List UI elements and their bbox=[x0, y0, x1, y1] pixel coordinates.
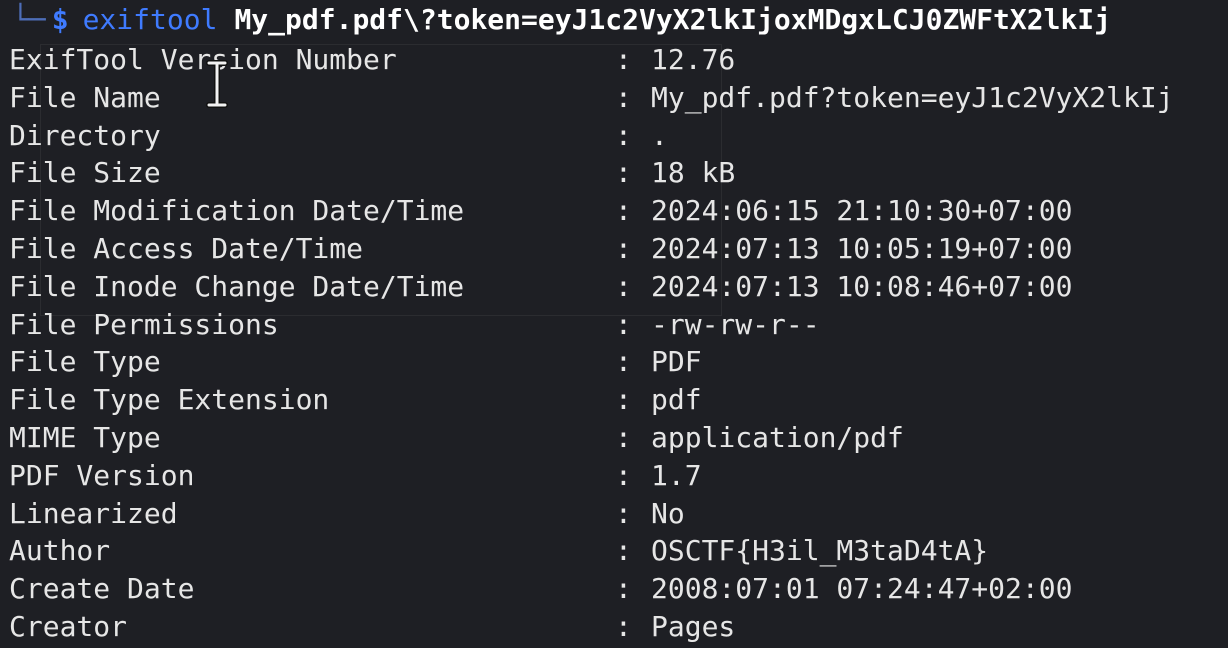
exif-separator: : bbox=[615, 118, 632, 152]
exif-value: 2024:07:13 10:08:46+07:00 bbox=[651, 269, 1073, 303]
exif-separator: : bbox=[615, 345, 632, 379]
exif-row: MIME Type: application/pdf bbox=[9, 419, 1228, 457]
exif-value: No bbox=[651, 496, 685, 530]
exif-separator: : bbox=[615, 156, 632, 190]
exif-separator: : bbox=[615, 231, 632, 265]
exif-key: Linearized bbox=[9, 496, 178, 530]
prompt-tree-glyph: └─ bbox=[12, 3, 46, 37]
exif-value: 1.7 bbox=[651, 458, 702, 492]
exif-separator: : bbox=[615, 194, 632, 228]
exif-value: 2024:07:13 10:05:19+07:00 bbox=[651, 231, 1073, 265]
exif-value: -rw-rw-r-- bbox=[651, 307, 820, 341]
exif-key: PDF Version bbox=[9, 458, 195, 492]
exif-key: Author bbox=[9, 534, 111, 568]
exif-row: File Permissions: -rw-rw-r-- bbox=[9, 306, 1228, 344]
exif-value: application/pdf bbox=[651, 420, 904, 454]
exif-value: PDF bbox=[651, 345, 702, 379]
exif-row: File Type Extension: pdf bbox=[9, 381, 1228, 419]
exif-separator: : bbox=[615, 572, 632, 606]
text-cursor-icon bbox=[206, 60, 228, 108]
exif-separator: : bbox=[615, 269, 632, 303]
prompt-symbol: $ bbox=[51, 3, 69, 37]
exif-row: ExifTool Version Number:12.76 bbox=[9, 41, 1228, 79]
exif-value: OSCTF{H3il_M3taD4tA} bbox=[651, 534, 989, 568]
exif-separator: : bbox=[615, 383, 632, 417]
exif-value: 12.76 bbox=[651, 43, 736, 76]
exif-key: File Name bbox=[9, 80, 161, 114]
exif-key: MIME Type bbox=[9, 420, 161, 454]
exif-value: 2008:07:01 07:24:47+02:00 bbox=[651, 572, 1073, 606]
exif-key: File Inode Change Date/Time bbox=[9, 269, 465, 303]
exif-key: File Type Extension bbox=[9, 383, 330, 417]
exif-key: File Modification Date/Time bbox=[9, 194, 465, 228]
exif-separator: : bbox=[615, 80, 632, 114]
exif-separator: : bbox=[615, 496, 632, 530]
exif-row: File Type: PDF bbox=[9, 343, 1228, 381]
exif-row: Linearized: No bbox=[9, 495, 1228, 533]
exif-key: Create Date bbox=[9, 572, 195, 606]
exif-separator: : bbox=[615, 420, 632, 454]
terminal-window[interactable]: └─ $ exiftool My_pdf.pdf\?token=eyJ1c2VyX2l… bbox=[0, 0, 1228, 648]
exif-key: File Access Date/Time bbox=[9, 231, 364, 265]
exif-row: Creator: Pages bbox=[9, 608, 1228, 646]
exif-value: My_pdf.pdf?token=eyJ1c2VyX2lkIj bbox=[651, 80, 1174, 114]
exif-row: Directory:. bbox=[9, 117, 1228, 155]
exif-row: File Access Date/Time:2024:07:13 10:05:1… bbox=[9, 230, 1228, 268]
exif-key: Creator bbox=[9, 609, 128, 643]
exif-row: Author: OSCTF{H3il_M3taD4tA} bbox=[9, 532, 1228, 570]
exif-row: PDF Version:1.7 bbox=[9, 457, 1228, 495]
exif-row: Create Date:2008:07:01 07:24:47+02:00 bbox=[9, 570, 1228, 608]
exif-key: File Size bbox=[9, 156, 161, 190]
exif-key: ExifTool Version Number bbox=[9, 43, 397, 76]
exif-separator: : bbox=[615, 458, 632, 492]
exif-row: File Name: My_pdf.pdf?token=eyJ1c2VyX2lkI… bbox=[9, 79, 1228, 117]
exif-output-list: ExifTool Version Number:12.76 File Name: M… bbox=[9, 41, 1228, 646]
exif-value: pdf bbox=[651, 383, 702, 417]
exif-row: File Modification Date/Time:2024:06:15 2… bbox=[9, 192, 1228, 230]
exif-value: 18 kB bbox=[651, 156, 736, 190]
exif-separator: : bbox=[615, 534, 632, 568]
command-name: exiftool bbox=[82, 3, 218, 37]
exif-key: Directory bbox=[9, 118, 161, 152]
exif-separator: : bbox=[615, 609, 632, 643]
exif-separator: : bbox=[615, 307, 632, 341]
exif-row: File Size:18 kB bbox=[9, 154, 1228, 192]
command-argument: My_pdf.pdf\?token=eyJ1c2VyX2lkIjoxMDgxLC… bbox=[234, 3, 1112, 37]
command-prompt-line: └─ $ exiftool My_pdf.pdf\?token=eyJ1c2VyX2l… bbox=[0, 0, 1111, 40]
exif-value: 2024:06:15 21:10:30+07:00 bbox=[651, 194, 1073, 228]
exif-key: File Permissions bbox=[9, 307, 279, 341]
exif-key: File Type bbox=[9, 345, 161, 379]
exif-row: File Inode Change Date/Time:2024:07:13 1… bbox=[9, 268, 1228, 306]
exif-separator: : bbox=[615, 43, 632, 76]
exif-value: . bbox=[651, 118, 668, 152]
exif-value: Pages bbox=[651, 609, 736, 643]
